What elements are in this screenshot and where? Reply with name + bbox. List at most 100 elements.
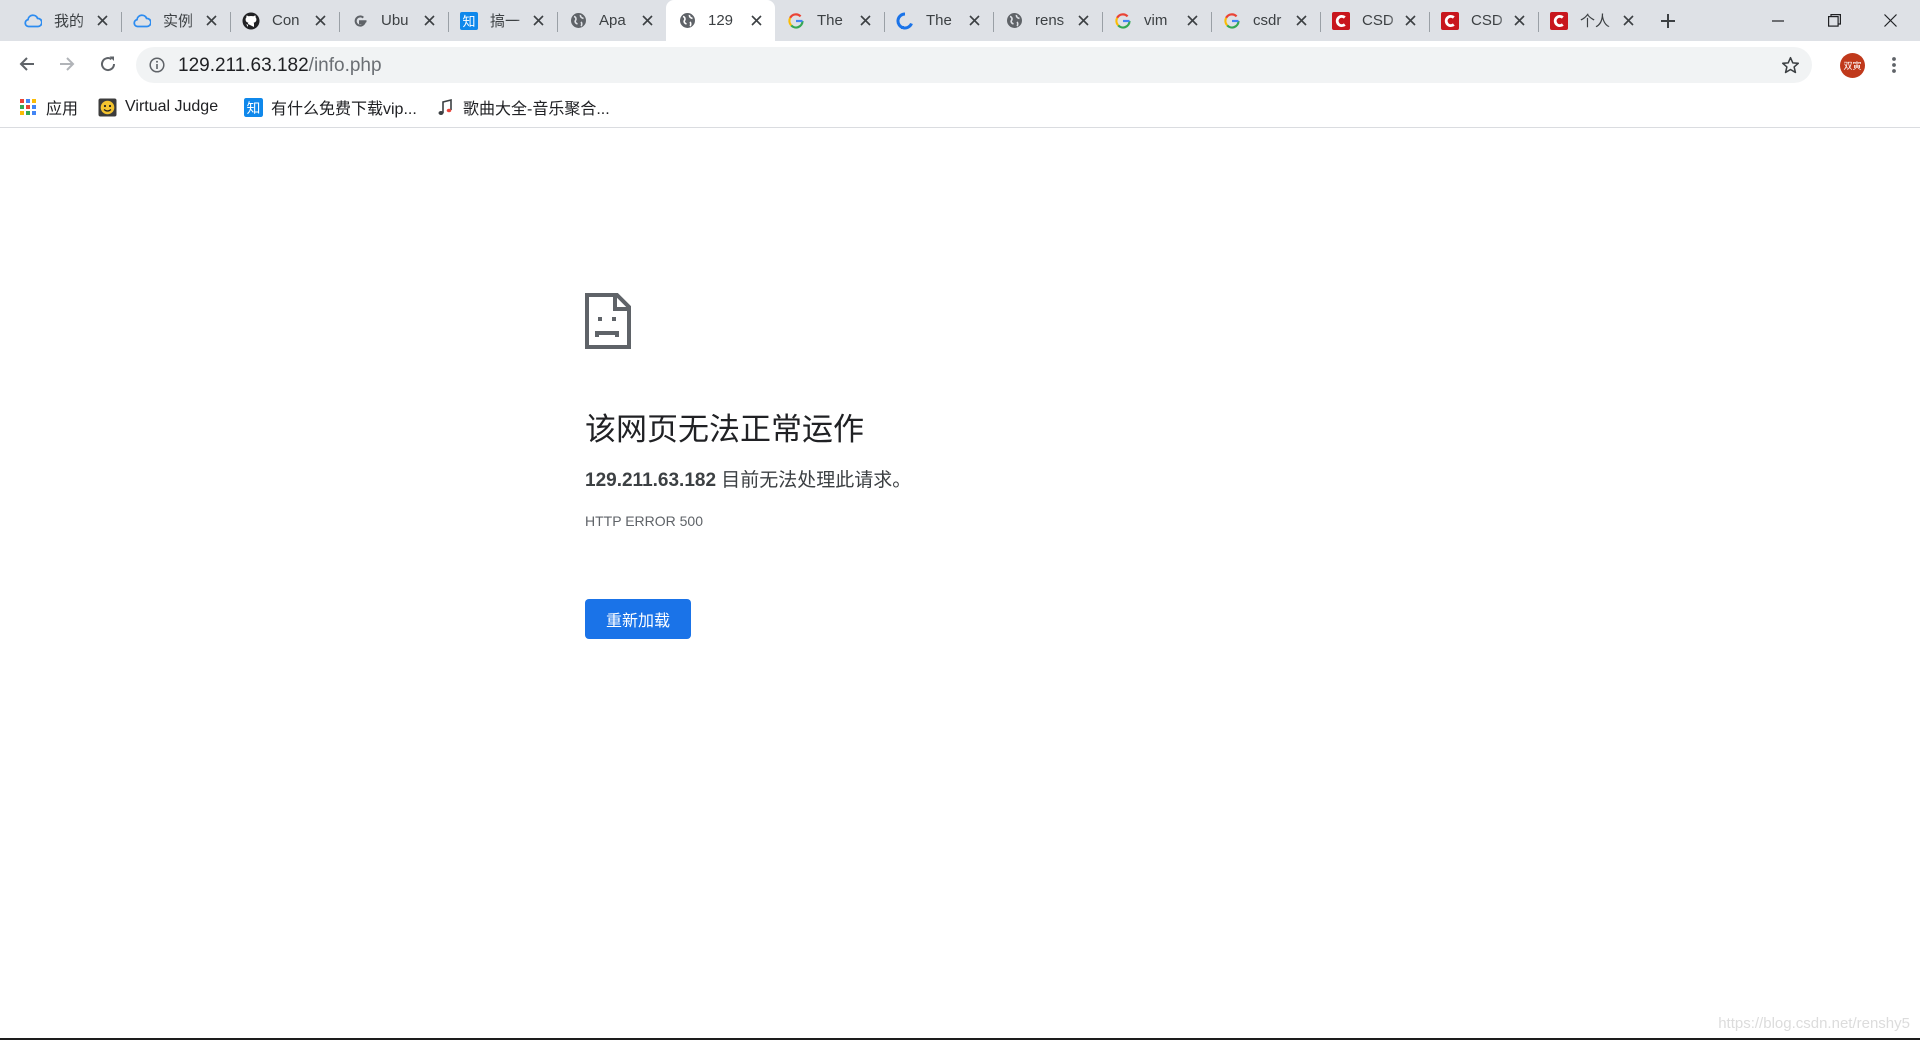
zhihu-icon: 知 [243,97,263,117]
globe-icon [678,12,696,30]
close-icon[interactable] [857,12,874,29]
profile-label: 双寅 [1843,61,1862,71]
forward-button[interactable] [52,49,82,79]
tab-14[interactable]: 个人 [1538,0,1647,41]
refresh-icon [101,56,116,72]
globe-icon [569,12,587,30]
bookmark-label: 有什么免费下载vip... [271,101,417,118]
arrow-left-icon [19,57,34,71]
tab-title: Apa [599,12,626,29]
tab-11[interactable]: csdr [1211,0,1320,41]
tab-7[interactable]: The [775,0,884,41]
close-icon[interactable] [1620,12,1637,29]
close-icon[interactable] [1402,12,1419,29]
csdn-icon [1332,11,1350,30]
tab-9[interactable]: rens [993,0,1102,41]
music-note-icon [435,97,455,117]
error-description: 129.211.63.182 目前无法处理此请求。 [585,465,911,492]
close-icon[interactable] [1075,12,1092,29]
close-icon[interactable] [966,12,983,29]
close-icon[interactable] [1184,12,1201,29]
bookmark-star-icon[interactable] [1780,55,1800,75]
close-icon[interactable] [530,12,547,29]
error-message: 目前无法处理此请求。 [716,470,912,491]
google-icon [1223,12,1241,30]
tab-6[interactable]: 129 [666,0,775,41]
bookmark-zhihu[interactable]: 知 有什么免费下载vip... [243,94,417,120]
bookmark-label: 应用 [46,101,79,118]
github-icon [242,12,260,30]
svg-text:知: 知 [246,99,260,116]
tab-title: 我的 [54,13,85,30]
tab-title: 搞一 [490,13,521,30]
close-icon[interactable] [312,12,329,29]
tab-title: CSD [1362,12,1394,29]
sad-page-icon [585,293,631,349]
tab-1[interactable]: 实例 [121,0,230,41]
url-text[interactable]: 129.211.63.182/info.php [178,55,382,77]
tab-4[interactable]: 知 搞一 [448,0,557,41]
tab-title: Ubu [381,12,409,29]
csdn-icon [1550,11,1568,30]
tab-title: The [926,12,952,29]
tab-10[interactable]: vim [1102,0,1211,41]
apps-grid-icon [18,97,38,117]
google-icon [787,12,805,30]
browser-menu-button[interactable] [1881,51,1907,79]
tab-title: CSD [1471,12,1503,29]
tab-5[interactable]: Apa [557,0,666,41]
url-host: 129.211.63.182 [178,55,309,76]
cloud-icon [24,12,42,30]
restore-icon [1827,14,1841,27]
close-icon [1883,14,1897,27]
bookmarks-bar: 应用 Virtual Judge 知 有什么免费下载vip... 歌曲大全-音乐… [0,88,1920,128]
tab-13[interactable]: CSD [1429,0,1538,41]
tab-list: 我的 实例 Con Ubu 知 搞一 Apa 129 The The rens … [12,0,1647,41]
info-icon[interactable] [148,56,166,74]
plus-icon [1661,14,1675,28]
tab-strip: 我的 实例 Con Ubu 知 搞一 Apa 129 The The rens … [0,0,1920,41]
reload-button[interactable]: 重新加载 [585,599,691,639]
address-bar[interactable]: 129.211.63.182/info.php [136,47,1812,83]
back-button[interactable] [12,49,42,79]
tab-title: Con [272,12,300,29]
globe-icon [1005,12,1023,30]
close-icon[interactable] [748,12,765,29]
profile-avatar[interactable]: 双寅 [1840,53,1865,78]
close-icon[interactable] [203,12,220,29]
page-content: 该网页无法正常运作 129.211.63.182 目前无法处理此请求。 HTTP… [0,129,1920,1040]
blue-loop-icon [896,11,914,30]
close-icon[interactable] [1511,12,1528,29]
close-icon[interactable] [1293,12,1310,29]
bookmark-virtual-judge[interactable]: Virtual Judge [97,94,218,120]
close-icon[interactable] [639,12,656,29]
tab-0[interactable]: 我的 [12,0,121,41]
tab-title: 实例 [163,13,194,30]
zhihu-icon: 知 [460,11,478,30]
new-tab-button[interactable] [1655,8,1681,34]
close-icon[interactable] [421,12,438,29]
tab-8[interactable]: The [884,0,993,41]
arrow-right-icon [60,57,75,71]
tab-12[interactable]: CSD [1320,0,1429,41]
bookmark-music[interactable]: 歌曲大全-音乐聚合... [435,94,610,120]
tab-title: vim [1144,12,1168,29]
bookmark-label: 歌曲大全-音乐聚合... [463,101,610,118]
tab-title: csdr [1253,12,1282,29]
tab-2[interactable]: Con [230,0,339,41]
tab-title: The [817,12,843,29]
tab-title: rens [1035,12,1065,29]
restore-button[interactable] [1806,0,1862,41]
tab-3[interactable]: Ubu [339,0,448,41]
bookmark-label: Virtual Judge [125,98,219,115]
reload-toolbar-button[interactable] [93,49,123,79]
minimize-icon [1772,19,1784,22]
minimize-button[interactable] [1750,0,1806,41]
cloud-icon [133,12,151,30]
close-window-button[interactable] [1862,0,1918,41]
close-icon[interactable] [94,12,111,29]
more-vertical-icon [1892,57,1896,73]
toolbar: 129.211.63.182/info.php 双寅 [0,41,1920,88]
error-host: 129.211.63.182 [585,470,717,491]
bookmark-apps[interactable]: 应用 [18,94,78,120]
